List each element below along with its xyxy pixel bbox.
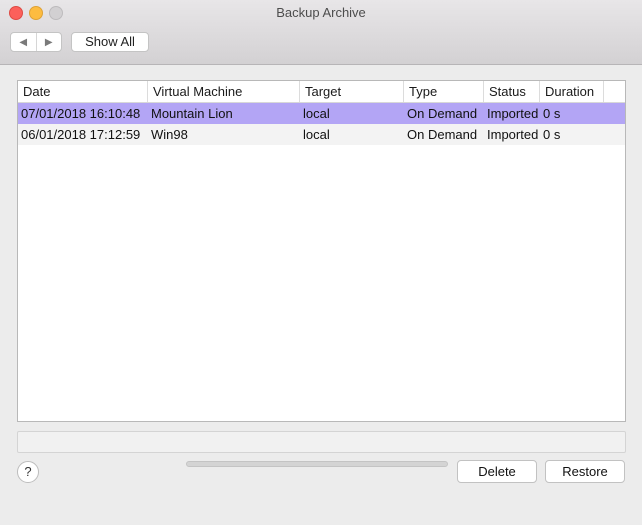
restore-button[interactable]: Restore: [545, 460, 625, 483]
progress-bar: [186, 461, 448, 467]
column-header-date[interactable]: Date: [18, 81, 148, 102]
cell-status: Imported: [487, 127, 539, 142]
column-header-spacer: [604, 81, 625, 102]
column-header-target[interactable]: Target: [300, 81, 404, 102]
column-header-type[interactable]: Type: [404, 81, 484, 102]
column-header-virtual-machine[interactable]: Virtual Machine: [148, 81, 300, 102]
cell-virtual-machine: Win98: [151, 127, 188, 142]
delete-button[interactable]: Delete: [457, 460, 537, 483]
cell-virtual-machine: Mountain Lion: [151, 106, 233, 121]
status-message-field: [17, 431, 626, 453]
forward-arrow-icon[interactable]: ▶: [37, 33, 62, 51]
cell-date: 07/01/2018 16:10:48: [21, 106, 141, 121]
nav-segmented-control: ◀ ▶: [10, 32, 62, 52]
cell-duration: 0 s: [543, 106, 561, 121]
cell-status: Imported: [487, 106, 539, 121]
show-all-button[interactable]: Show All: [71, 32, 149, 52]
titlebar: Backup Archive ◀ ▶ Show All: [0, 0, 642, 65]
cell-duration: 0 s: [543, 127, 561, 142]
column-header-status[interactable]: Status: [484, 81, 540, 102]
table-row[interactable]: 06/01/2018 17:12:59 Win98 local On Deman…: [18, 124, 625, 145]
backup-archive-window: Backup Archive ◀ ▶ Show All Date Virtual…: [0, 0, 642, 525]
table-row[interactable]: 07/01/2018 16:10:48 Mountain Lion local …: [18, 103, 625, 124]
cell-date: 06/01/2018 17:12:59: [21, 127, 141, 142]
cell-type: On Demand: [407, 106, 478, 121]
cell-target: local: [303, 127, 330, 142]
back-arrow-icon[interactable]: ◀: [11, 33, 37, 51]
help-button[interactable]: ?: [17, 461, 39, 483]
column-header-duration[interactable]: Duration: [540, 81, 604, 102]
backup-table: Date Virtual Machine Target Type Status …: [17, 80, 626, 422]
table-header: Date Virtual Machine Target Type Status …: [18, 81, 625, 103]
window-title: Backup Archive: [276, 5, 366, 20]
cell-type: On Demand: [407, 127, 478, 142]
cell-target: local: [303, 106, 330, 121]
